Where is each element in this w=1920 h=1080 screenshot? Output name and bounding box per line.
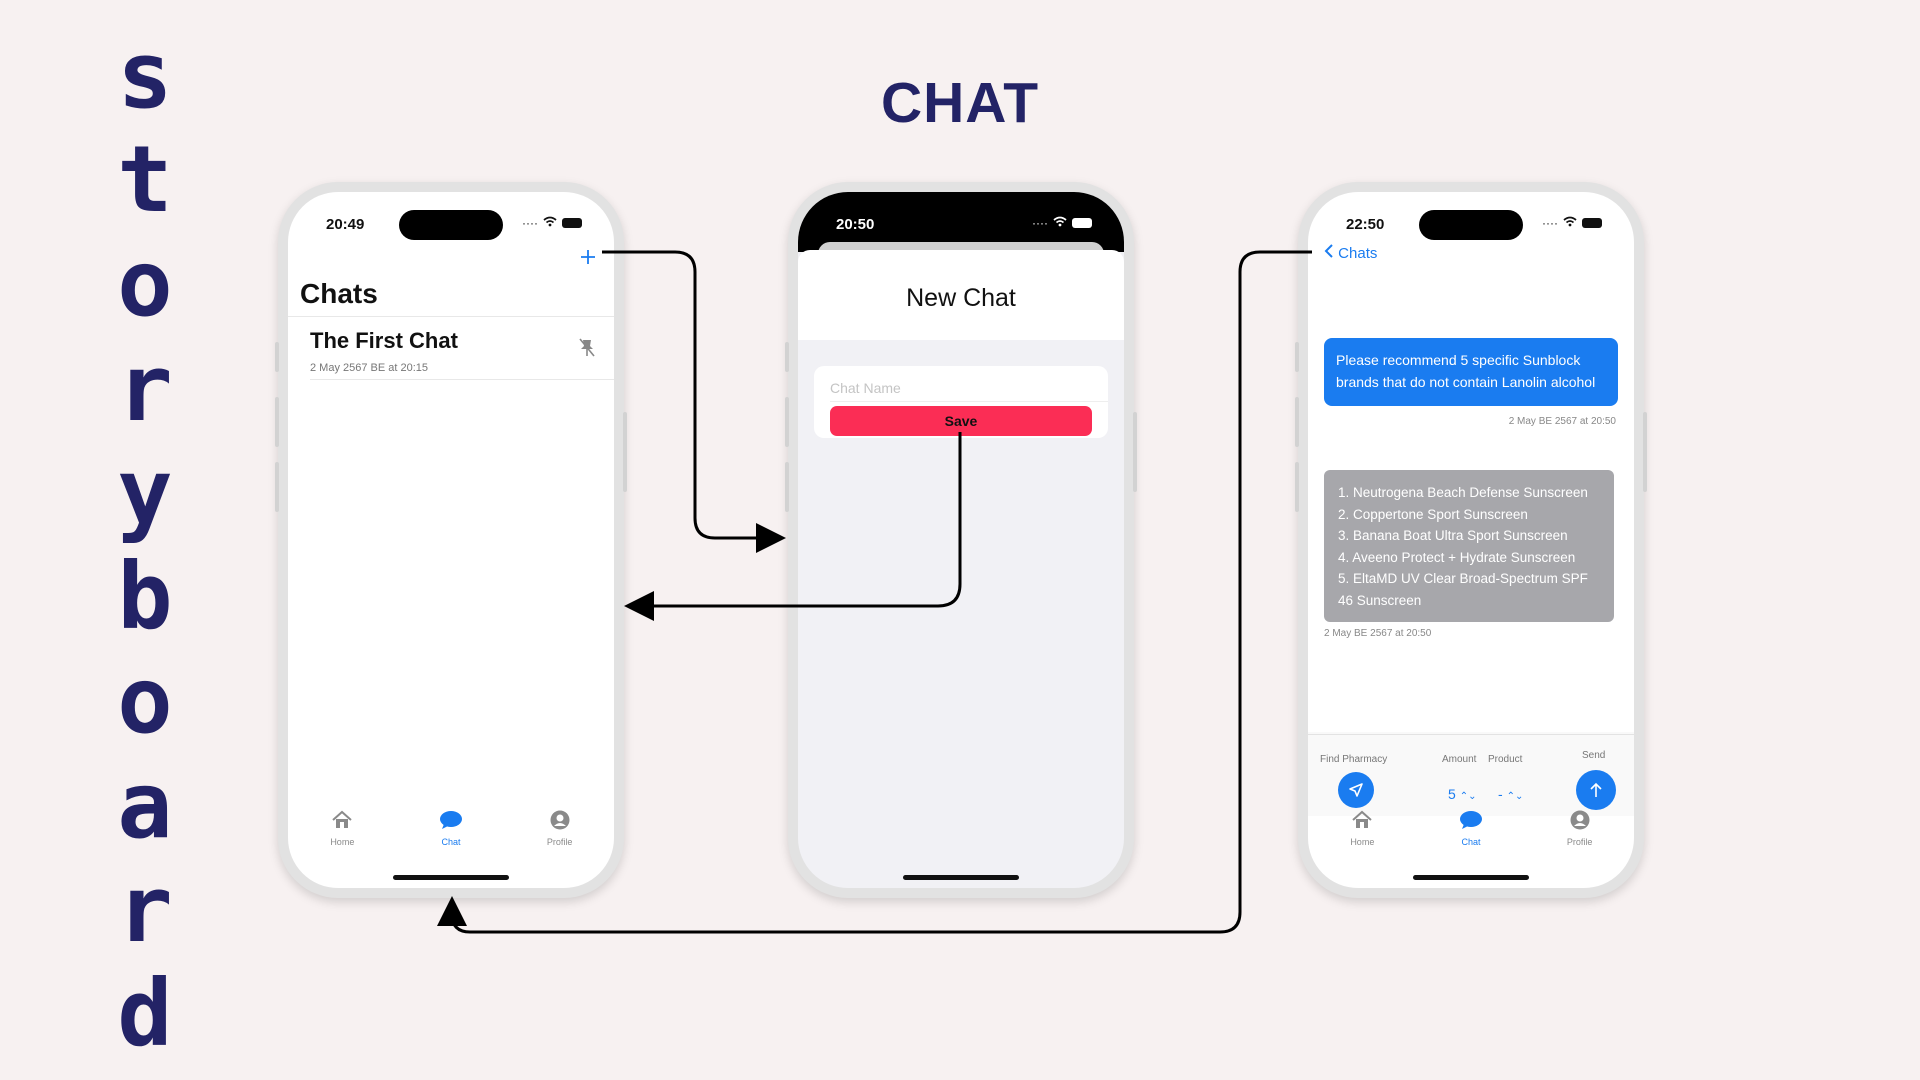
arrow-add-to-new-chat [602,250,786,553]
arrow-back-to-chats [437,250,1312,934]
arrow-save-to-chats [624,432,962,621]
flow-arrows [437,250,1312,934]
